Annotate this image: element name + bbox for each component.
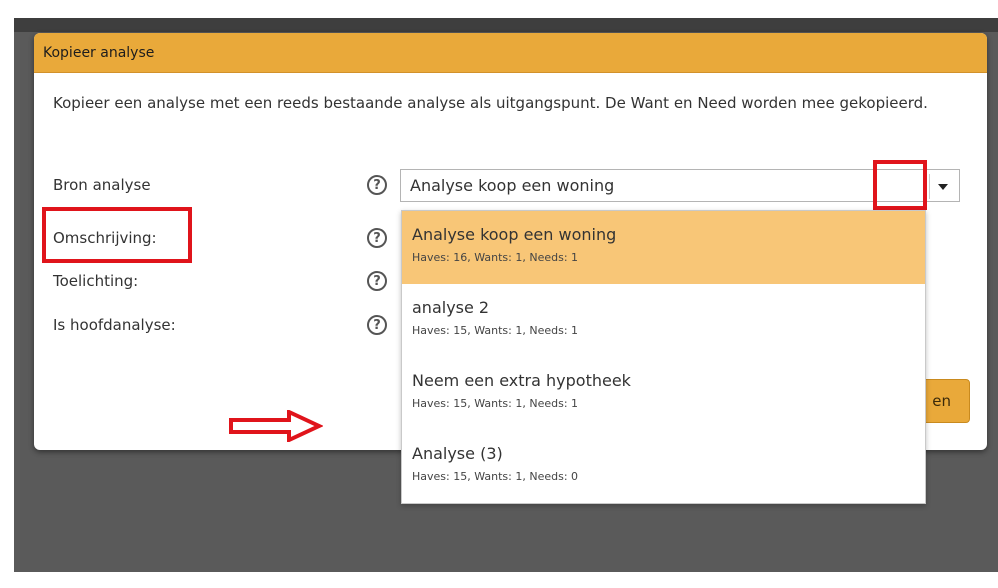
option-name: analyse 2 (412, 298, 490, 317)
help-icon[interactable]: ? (367, 228, 387, 248)
dialog-intro-text: Kopieer een analyse met een reeds bestaa… (53, 94, 928, 112)
option-name: Neem een extra hypotheek (412, 371, 631, 390)
submit-button-label: en (932, 392, 951, 410)
dropdown-toggle-button[interactable] (929, 174, 955, 199)
omschrijving-highlight (42, 207, 192, 263)
dropdown-option[interactable]: Neem een extra hypotheek Haves: 15, Want… (402, 357, 925, 430)
background-strip (14, 18, 998, 32)
option-stats: Haves: 15, Wants: 1, Needs: 1 (412, 397, 579, 410)
dropdown-option[interactable]: analyse 2 Haves: 15, Wants: 1, Needs: 1 (402, 284, 925, 357)
dropdown-option[interactable]: Analyse koop een woning Haves: 16, Wants… (402, 211, 925, 284)
screen: Kopieer analyse Kopieer een analyse met … (0, 0, 998, 588)
chevron-down-icon (937, 183, 948, 190)
annotation-arrow-icon (229, 410, 323, 442)
toelichting-label: Toelichting: (53, 272, 139, 290)
help-icon[interactable]: ? (367, 271, 387, 291)
option-stats: Haves: 15, Wants: 1, Needs: 0 (412, 470, 579, 483)
option-stats: Haves: 15, Wants: 1, Needs: 1 (412, 324, 579, 337)
bron-analyse-label: Bron analyse (53, 176, 151, 194)
dropdown-option[interactable]: Analyse (3) Haves: 15, Wants: 1, Needs: … (402, 430, 925, 503)
option-name: Analyse koop een woning (412, 225, 617, 244)
help-icon[interactable]: ? (367, 315, 387, 335)
dialog-title: Kopieer analyse (43, 44, 155, 61)
selected-analysis-value: Analyse koop een woning (410, 176, 615, 195)
option-stats: Haves: 16, Wants: 1, Needs: 1 (412, 251, 579, 264)
analysis-dropdown-list: Analyse koop een woning Haves: 16, Wants… (401, 210, 926, 504)
dialog-header: Kopieer analyse (34, 33, 987, 73)
hoofdanalyse-label: Is hoofdanalyse: (53, 316, 176, 334)
option-name: Analyse (3) (412, 444, 503, 463)
dropdown-arrow-highlight (873, 160, 927, 210)
help-icon[interactable]: ? (367, 175, 387, 195)
